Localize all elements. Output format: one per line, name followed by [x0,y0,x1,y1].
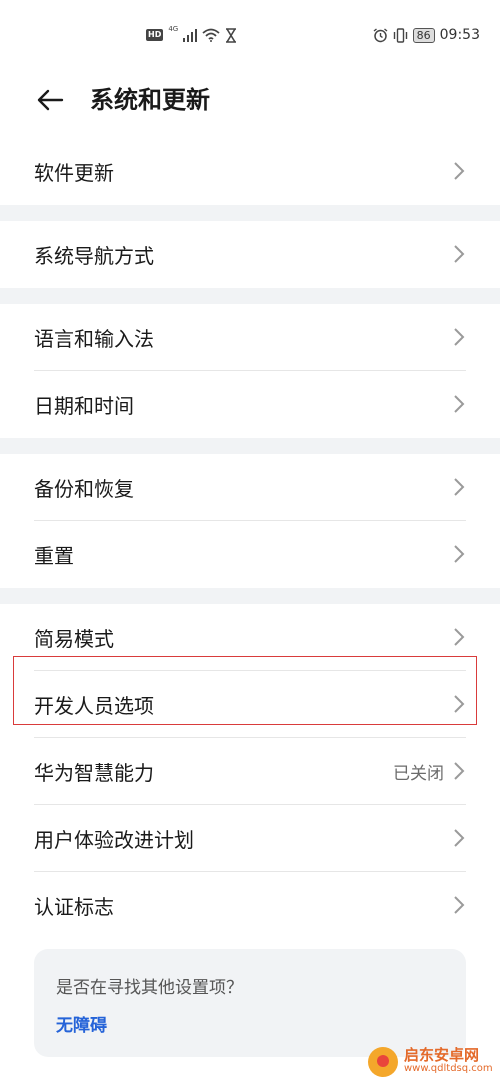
settings-item-label: 系统导航方式 [34,244,154,268]
page-header: 系统和更新 [0,70,500,134]
status-left-icons: HD 4G [146,24,237,46]
signal-icon [183,29,198,42]
chevron-right-icon [454,395,465,413]
settings-group-4: 备份和恢复 重置 [0,454,500,588]
hd-icon: HD [146,29,164,41]
settings-item-label: 日期和时间 [34,394,134,418]
chevron-right-icon [454,628,465,646]
suggestion-question: 是否在寻找其他设置项？ [56,978,243,998]
group-separator [0,438,500,454]
group-separator [0,288,500,304]
settings-item-label: 语言和输入法 [34,327,154,351]
settings-item-date-time[interactable]: 日期和时间 [0,371,500,438]
settings-item-label: 重置 [34,544,74,568]
settings-item-label: 简易模式 [34,627,114,651]
back-button[interactable] [30,82,70,118]
settings-item-label: 备份和恢复 [34,477,134,501]
clock: 09:53 [439,27,480,43]
page-title: 系统和更新 [90,86,210,114]
settings-item-huawei-ai[interactable]: 华为智慧能力 已关闭 [0,738,500,805]
network-type-label: 4G [168,25,179,33]
chevron-right-icon [454,245,465,263]
settings-item-language-input[interactable]: 语言和输入法 [0,304,500,371]
settings-group-5: 简易模式 开发人员选项 华为智慧能力 已关闭 用户体验改进计划 认证标志 [0,604,500,939]
settings-item-reset[interactable]: 重置 [0,521,500,588]
hourglass-icon [226,27,237,43]
arrow-left-icon [37,89,64,111]
battery-indicator: 86 [412,27,435,43]
settings-item-software-update[interactable]: 软件更新 [0,138,500,205]
chevron-right-icon [454,762,465,780]
settings-item-ux-improvement[interactable]: 用户体验改进计划 [0,805,500,872]
watermark-logo-icon [368,1047,398,1077]
settings-item-backup-restore[interactable]: 备份和恢复 [0,454,500,521]
settings-item-label: 开发人员选项 [34,694,154,718]
chevron-right-icon [454,162,465,180]
group-separator [0,205,500,221]
status-bar: HD 4G 86 09:53 [0,0,500,70]
settings-item-simple-mode[interactable]: 简易模式 [0,604,500,671]
watermark-text: 启东安卓网 www.qdltdsq.com [404,1048,493,1076]
alarm-icon [373,27,388,42]
settings-item-status: 已关闭 [393,764,444,784]
chevron-right-icon [454,896,465,914]
settings-group-3: 语言和输入法 日期和时间 [0,304,500,438]
watermark-url: www.qdltdsq.com [404,1063,493,1074]
status-right-icons: 86 09:53 [373,24,480,46]
settings-item-certification[interactable]: 认证标志 [0,872,500,939]
chevron-right-icon [454,328,465,346]
chevron-right-icon [454,478,465,496]
watermark-name: 启东安卓网 [404,1046,480,1064]
chevron-right-icon [454,695,465,713]
settings-item-label: 软件更新 [34,161,114,185]
settings-item-label: 认证标志 [34,895,114,919]
settings-list: 软件更新 系统导航方式 语言和输入法 日期和时间 备份和恢复 重置 简易模式 开… [0,138,500,939]
settings-group-2: 系统导航方式 [0,221,500,288]
settings-item-label: 用户体验改进计划 [34,828,194,852]
wifi-icon [202,28,220,42]
settings-group-1: 软件更新 [0,138,500,205]
chevron-right-icon [454,545,465,563]
settings-item-navigation-mode[interactable]: 系统导航方式 [0,221,500,288]
watermark: 启东安卓网 www.qdltdsq.com [368,1040,500,1084]
suggestion-link-accessibility[interactable]: 无障碍 [56,1011,107,1036]
group-separator [0,588,500,604]
chevron-right-icon [454,829,465,847]
vibrate-icon [393,27,407,43]
settings-item-label: 华为智慧能力 [34,761,154,785]
settings-item-developer-options[interactable]: 开发人员选项 [0,671,500,738]
